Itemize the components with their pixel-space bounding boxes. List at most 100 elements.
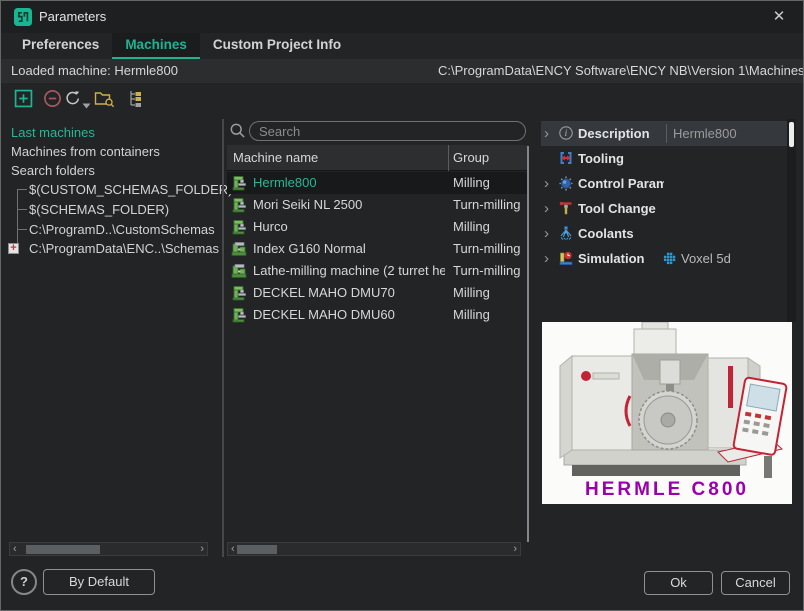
sidebar-item-custom-schemas-path[interactable]: C:\ProgramD..\CustomSchemas — [29, 220, 215, 239]
loaded-machine-bar: Loaded machine: Hermle800 C:\ProgramData… — [1, 59, 803, 83]
machine-name: Hurco — [253, 216, 288, 238]
machine-group: Turn-milling — [453, 238, 520, 260]
turn-mill-machine-icon — [231, 263, 247, 279]
tooling-icon — [558, 150, 574, 166]
sidebar-item-last-machines[interactable]: Last machines — [11, 123, 95, 142]
refresh-icon — [64, 89, 82, 107]
milling-machine-icon — [231, 175, 247, 191]
expand-plus-icon[interactable]: + — [8, 243, 19, 254]
remove-machine-button[interactable] — [43, 89, 65, 111]
table-row[interactable]: Hurco Milling — [227, 216, 528, 238]
sidebar-item-schemas-path[interactable]: C:\ProgramData\ENC..\Schemas — [29, 239, 219, 258]
simulation-icon — [558, 250, 574, 266]
machine-list-horizontal-scrollbar[interactable]: ‹ › — [227, 542, 521, 556]
column-header-machine-name[interactable]: Machine name — [233, 145, 318, 170]
scrollbar-thumb[interactable] — [26, 545, 100, 554]
machine-group: Milling — [453, 282, 490, 304]
machine-group: Milling — [453, 216, 490, 238]
cancel-button[interactable]: Cancel — [721, 571, 790, 595]
scrollbar-thumb[interactable] — [237, 545, 277, 554]
table-row[interactable]: Hermle800 Milling — [227, 172, 528, 194]
help-button[interactable]: ? — [11, 569, 37, 595]
param-label: Coolants — [578, 221, 664, 246]
table-row[interactable]: Mori Seiki NL 2500 Turn-milling — [227, 194, 528, 216]
title-bar: Parameters ✕ — [1, 1, 803, 33]
add-machine-button[interactable] — [14, 89, 36, 111]
window-title: Parameters — [39, 1, 106, 33]
machine-group: Turn-milling — [453, 194, 520, 216]
machine-group: Milling — [453, 304, 490, 326]
table-row[interactable]: DECKEL MAHO DMU60 Milling — [227, 304, 528, 326]
machine-name: DECKEL MAHO DMU70 — [253, 282, 395, 304]
tree-connector-stub — [17, 209, 27, 210]
chevron-right-icon[interactable]: › — [544, 196, 549, 221]
scroll-left-icon[interactable]: ‹ — [13, 543, 17, 555]
tree-connector-line — [17, 189, 18, 248]
chevron-right-icon[interactable]: › — [544, 246, 549, 271]
table-row[interactable]: Index G160 Normal Turn-milling — [227, 238, 528, 260]
milling-machine-icon — [231, 219, 247, 235]
sidebar-item-custom-schemas-folder[interactable]: $(CUSTOM_SCHEMAS_FOLDER) — [29, 180, 232, 199]
table-row[interactable]: Lathe-milling machine (2 turret he... Tu… — [227, 260, 528, 282]
tab-custom-project-info[interactable]: Custom Project Info — [200, 33, 354, 59]
machine-preview-image: HERMLE C800 — [542, 322, 792, 504]
simulation-mode-value: Voxel 5d — [681, 246, 731, 271]
value-divider — [666, 124, 667, 143]
param-row-coolants[interactable]: › Coolants — [541, 221, 787, 246]
milling-machine-icon — [231, 197, 247, 213]
milling-machine-icon — [231, 285, 247, 301]
control-parameters-icon — [558, 175, 574, 191]
ok-button[interactable]: Ok — [644, 571, 713, 595]
folders-panel: Last machines Machines from containers S… — [9, 119, 219, 559]
scroll-right-icon[interactable]: › — [200, 543, 204, 555]
machine-name: Index G160 Normal — [253, 238, 366, 260]
tab-machines[interactable]: Machines — [112, 33, 200, 59]
param-row-tooling[interactable]: Tooling — [541, 146, 787, 171]
machine-name: Mori Seiki NL 2500 — [253, 194, 362, 216]
sidebar-item-search-folders[interactable]: Search folders — [11, 161, 95, 180]
tree-connector-stub — [17, 189, 27, 190]
machine-list-panel: Machine name Group Hermle800 Milling — [227, 119, 534, 559]
param-row-tool-change[interactable]: › Tool Change — [541, 196, 787, 221]
param-label: Simulation — [578, 246, 664, 271]
machine-group: Turn-milling — [453, 260, 520, 282]
table-row[interactable]: DECKEL MAHO DMU70 Milling — [227, 282, 528, 304]
column-header-group[interactable]: Group — [453, 145, 489, 170]
sidebar-item-machines-from-containers[interactable]: Machines from containers — [11, 142, 160, 161]
minus-circle-icon — [43, 89, 62, 108]
by-default-button[interactable]: By Default — [43, 569, 155, 595]
scroll-right-icon[interactable]: › — [513, 543, 517, 555]
machine-group: Milling — [453, 172, 490, 194]
search-icon — [229, 122, 246, 139]
chevron-right-icon[interactable]: › — [544, 221, 549, 246]
machine-list-vertical-scrollbar[interactable] — [527, 146, 529, 542]
search-folder-button[interactable] — [94, 89, 116, 111]
tree-connector-stub — [17, 229, 27, 230]
tab-preferences[interactable]: Preferences — [9, 33, 112, 59]
tool-change-icon — [558, 200, 574, 216]
chevron-right-icon[interactable]: › — [544, 121, 549, 146]
scroll-left-icon[interactable]: ‹ — [231, 543, 235, 555]
param-row-control-parameters[interactable]: › Control Parameters — [541, 171, 787, 196]
scrollbar-thumb[interactable] — [789, 122, 794, 147]
param-label: Tool Change — [578, 196, 664, 221]
column-divider — [448, 145, 449, 171]
machine-properties-panel: › i Description Hermle800 Tooling › — [541, 119, 797, 559]
caret-down-icon — [82, 103, 91, 109]
machine-name: Lathe-milling machine (2 turret he... — [253, 260, 445, 282]
sidebar-item-schemas-folder[interactable]: $(SCHEMAS_FOLDER) — [29, 200, 169, 219]
folders-horizontal-scrollbar[interactable]: ‹ › — [9, 542, 208, 556]
param-row-description[interactable]: › i Description Hermle800 — [541, 121, 787, 146]
loaded-machine-path: C:\ProgramData\ENCY Software\ENCY NB\Ver… — [438, 59, 804, 83]
app-logo-icon — [14, 8, 32, 26]
chevron-right-icon[interactable]: › — [544, 171, 549, 196]
param-row-simulation[interactable]: › Simulation Voxel 5d — [541, 246, 787, 271]
properties-vertical-scrollbar[interactable] — [787, 119, 796, 322]
machine-name: Hermle800 — [253, 172, 317, 194]
tree-view-button[interactable] — [127, 89, 149, 111]
turn-mill-machine-icon — [231, 241, 247, 257]
panel-splitter[interactable] — [222, 119, 224, 557]
close-icon[interactable]: ✕ — [763, 1, 795, 33]
svg-text:i: i — [565, 129, 568, 139]
search-input[interactable] — [249, 121, 526, 141]
